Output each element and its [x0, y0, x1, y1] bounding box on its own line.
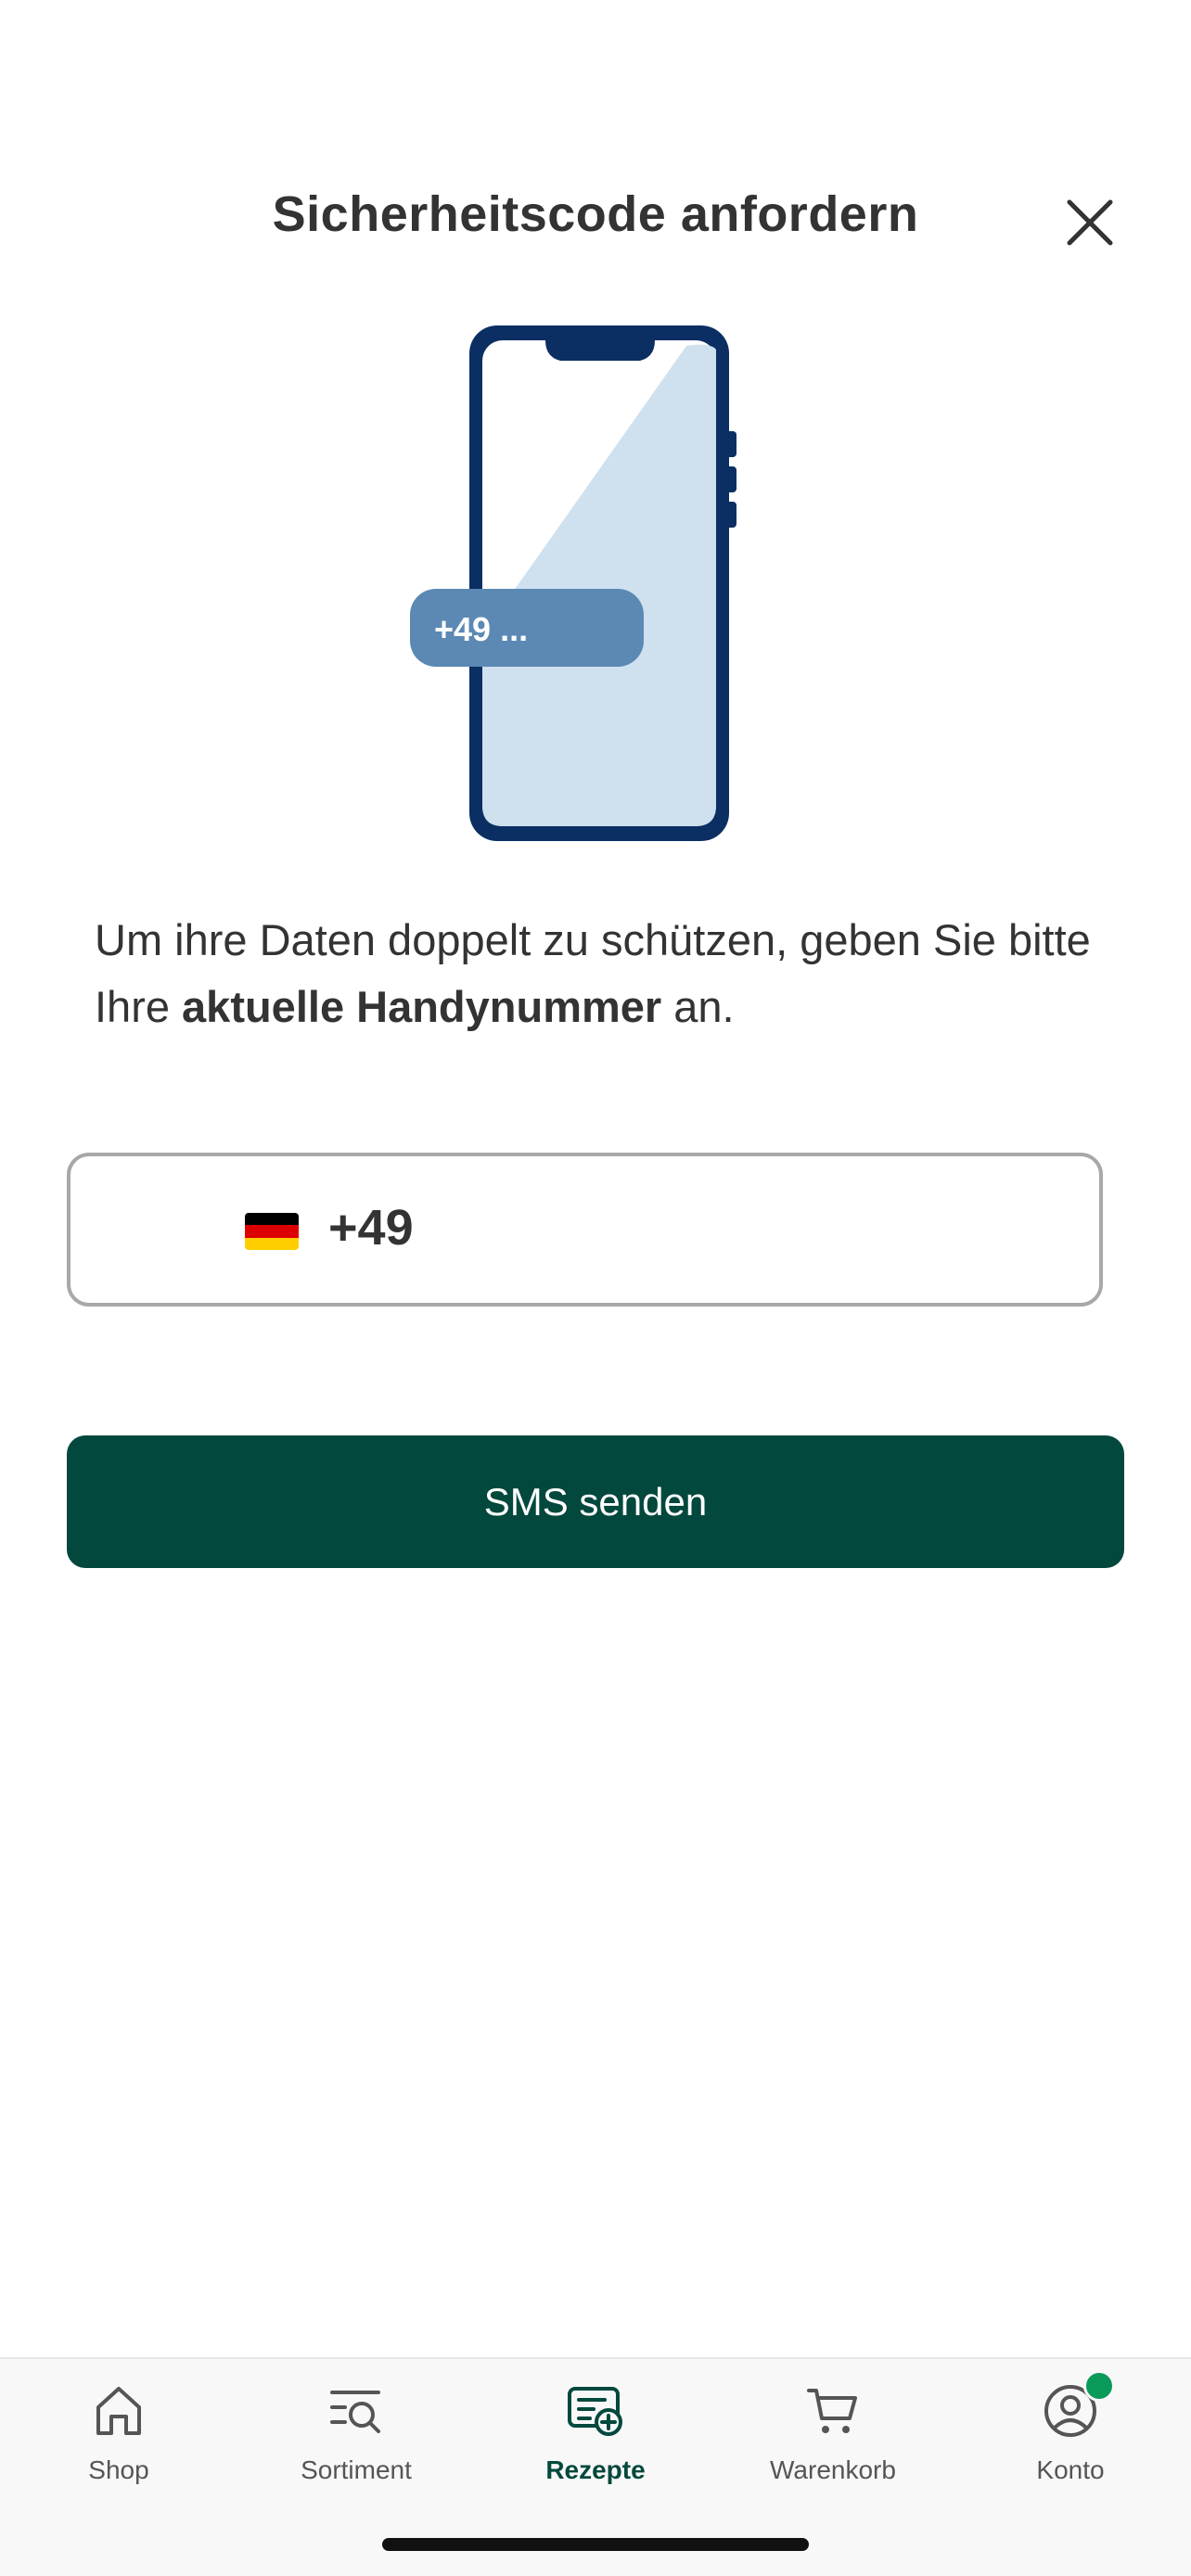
- tab-label: Rezepte: [545, 2455, 646, 2484]
- tab-sortiment[interactable]: Sortiment: [254, 2359, 458, 2498]
- germany-flag-icon[interactable]: [245, 1213, 299, 1250]
- tab-warenkorb[interactable]: Warenkorb: [731, 2359, 935, 2498]
- tab-label: Konto: [1036, 2455, 1105, 2484]
- tab-label: Warenkorb: [770, 2455, 896, 2484]
- home-indicator[interactable]: [382, 2538, 809, 2551]
- account-icon: [1041, 2370, 1115, 2441]
- phone-number-field[interactable]: +49: [67, 1153, 1103, 1307]
- send-sms-button[interactable]: SMS senden: [67, 1435, 1124, 1568]
- notification-badge: [1083, 2370, 1115, 2402]
- prescription-icon: [566, 2381, 625, 2441]
- intro-text-emphasis: aktuelle Handynummer: [182, 982, 662, 1031]
- intro-text-end: an.: [661, 982, 735, 1031]
- catalog-search-icon: [327, 2381, 386, 2441]
- close-button[interactable]: [1057, 190, 1122, 255]
- intro-text: Um ihre Daten doppelt zu schützen, geben…: [95, 907, 1096, 1040]
- home-icon: [89, 2381, 148, 2441]
- tab-label: Sortiment: [301, 2455, 412, 2484]
- tab-konto[interactable]: Konto: [968, 2359, 1172, 2498]
- phone-illustration: +49 ...: [399, 320, 751, 848]
- country-code[interactable]: +49: [328, 1199, 414, 1256]
- modal-title: Sicherheitscode anfordern: [272, 186, 919, 242]
- sms-verification-screen: Sicherheitscode anfordern +49 ... Um ihr…: [0, 0, 1191, 2576]
- illustration-number-badge: +49 ...: [434, 610, 529, 648]
- tab-label: Shop: [88, 2455, 149, 2484]
- tab-shop[interactable]: Shop: [17, 2359, 221, 2498]
- phone-number-input[interactable]: [442, 1193, 1072, 1268]
- tab-rezepte[interactable]: Rezepte: [493, 2359, 698, 2498]
- close-icon: [1067, 199, 1113, 246]
- cart-icon: [803, 2381, 863, 2441]
- status-bar: [0, 0, 1191, 130]
